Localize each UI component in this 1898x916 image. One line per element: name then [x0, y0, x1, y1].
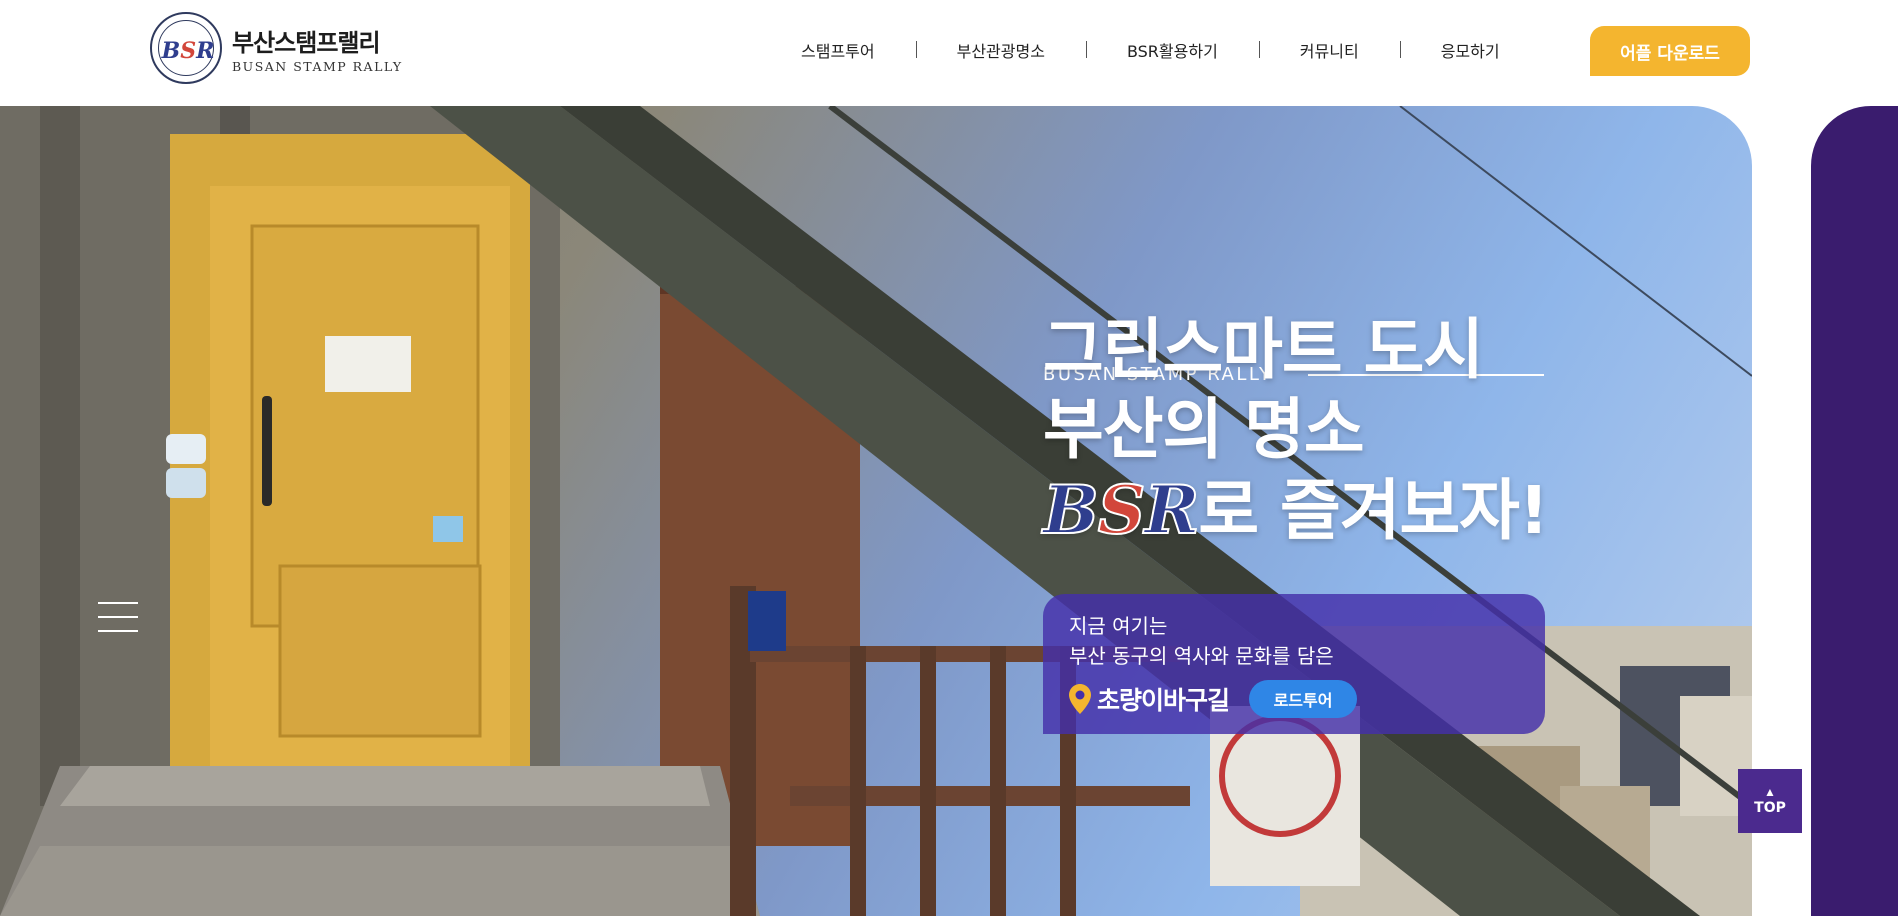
location-row: 초량이바구길 로드투어: [1069, 680, 1358, 718]
location-name: 초량이바구길: [1097, 686, 1230, 715]
nav-item-community[interactable]: 커뮤니티: [1258, 38, 1400, 62]
nav-item-stamp-tour[interactable]: 스탬프투어: [760, 38, 916, 62]
logo-seal-icon: BSR: [150, 12, 222, 84]
hero-headline-line1: 그린스마트 도시: [1043, 311, 1484, 388]
hamburger-menu-icon[interactable]: [98, 602, 140, 634]
top-button-label: TOP: [1754, 800, 1786, 816]
logo-text: 부산스탬프랠리 BUSAN STAMP RALLY: [232, 23, 403, 74]
chevron-up-icon: ▲: [1764, 785, 1776, 799]
current-location-box: 지금 여기는 부산 동구의 역사와 문화를 담은 초량이바구길 로드투어: [1043, 594, 1545, 734]
nav-item-busan-attractions[interactable]: 부산관광명소: [915, 38, 1086, 62]
main-nav: 스탬프투어 부산관광명소 BSR활용하기 커뮤니티 응모하기: [760, 38, 1541, 62]
nav-item-bsr-usage[interactable]: BSR활용하기: [1085, 38, 1259, 62]
page: BSR 부산스탬프랠리 BUSAN STAMP RALLY 스탬프투어 부산관광…: [0, 0, 1898, 916]
scroll-to-top-button[interactable]: ▲ TOP: [1738, 769, 1802, 833]
hero-headline-line3: BSR로 즐겨보자!: [1042, 470, 1549, 551]
svg-text:BSR: BSR: [161, 38, 215, 64]
logo-name-ko: 부산스탬프랠리: [232, 28, 381, 57]
logo-name-en: BUSAN STAMP RALLY: [232, 58, 403, 74]
hero-headline-line2: 부산의 명소: [1043, 391, 1365, 468]
hero-headline: 그린스마트 도시 부산의 명소 BSR로 즐겨보자!: [1042, 310, 1549, 551]
hero-banner: BUSAN STAMP RALLY 그린스마트 도시 부산의 명소 BSR로 즐…: [0, 106, 1752, 916]
next-slide-panel[interactable]: [1811, 106, 1898, 916]
hero-headline-line3-text: 로 즐겨보자!: [1198, 472, 1549, 549]
info-line-1: 지금 여기는: [1069, 614, 1168, 638]
location-pin-icon: [1069, 684, 1091, 714]
nav-item-apply[interactable]: 응모하기: [1399, 38, 1541, 62]
road-tour-button[interactable]: 로드투어: [1249, 680, 1358, 718]
site-header: BSR 부산스탬프랠리 BUSAN STAMP RALLY 스탬프투어 부산관광…: [0, 0, 1898, 106]
info-line-2: 부산 동구의 역사와 문화를 담은: [1069, 644, 1334, 668]
site-logo[interactable]: BSR 부산스탬프랠리 BUSAN STAMP RALLY: [150, 12, 403, 84]
app-download-button[interactable]: 어플 다운로드: [1590, 26, 1750, 76]
bsr-logo-mark: BSR: [1042, 470, 1200, 550]
